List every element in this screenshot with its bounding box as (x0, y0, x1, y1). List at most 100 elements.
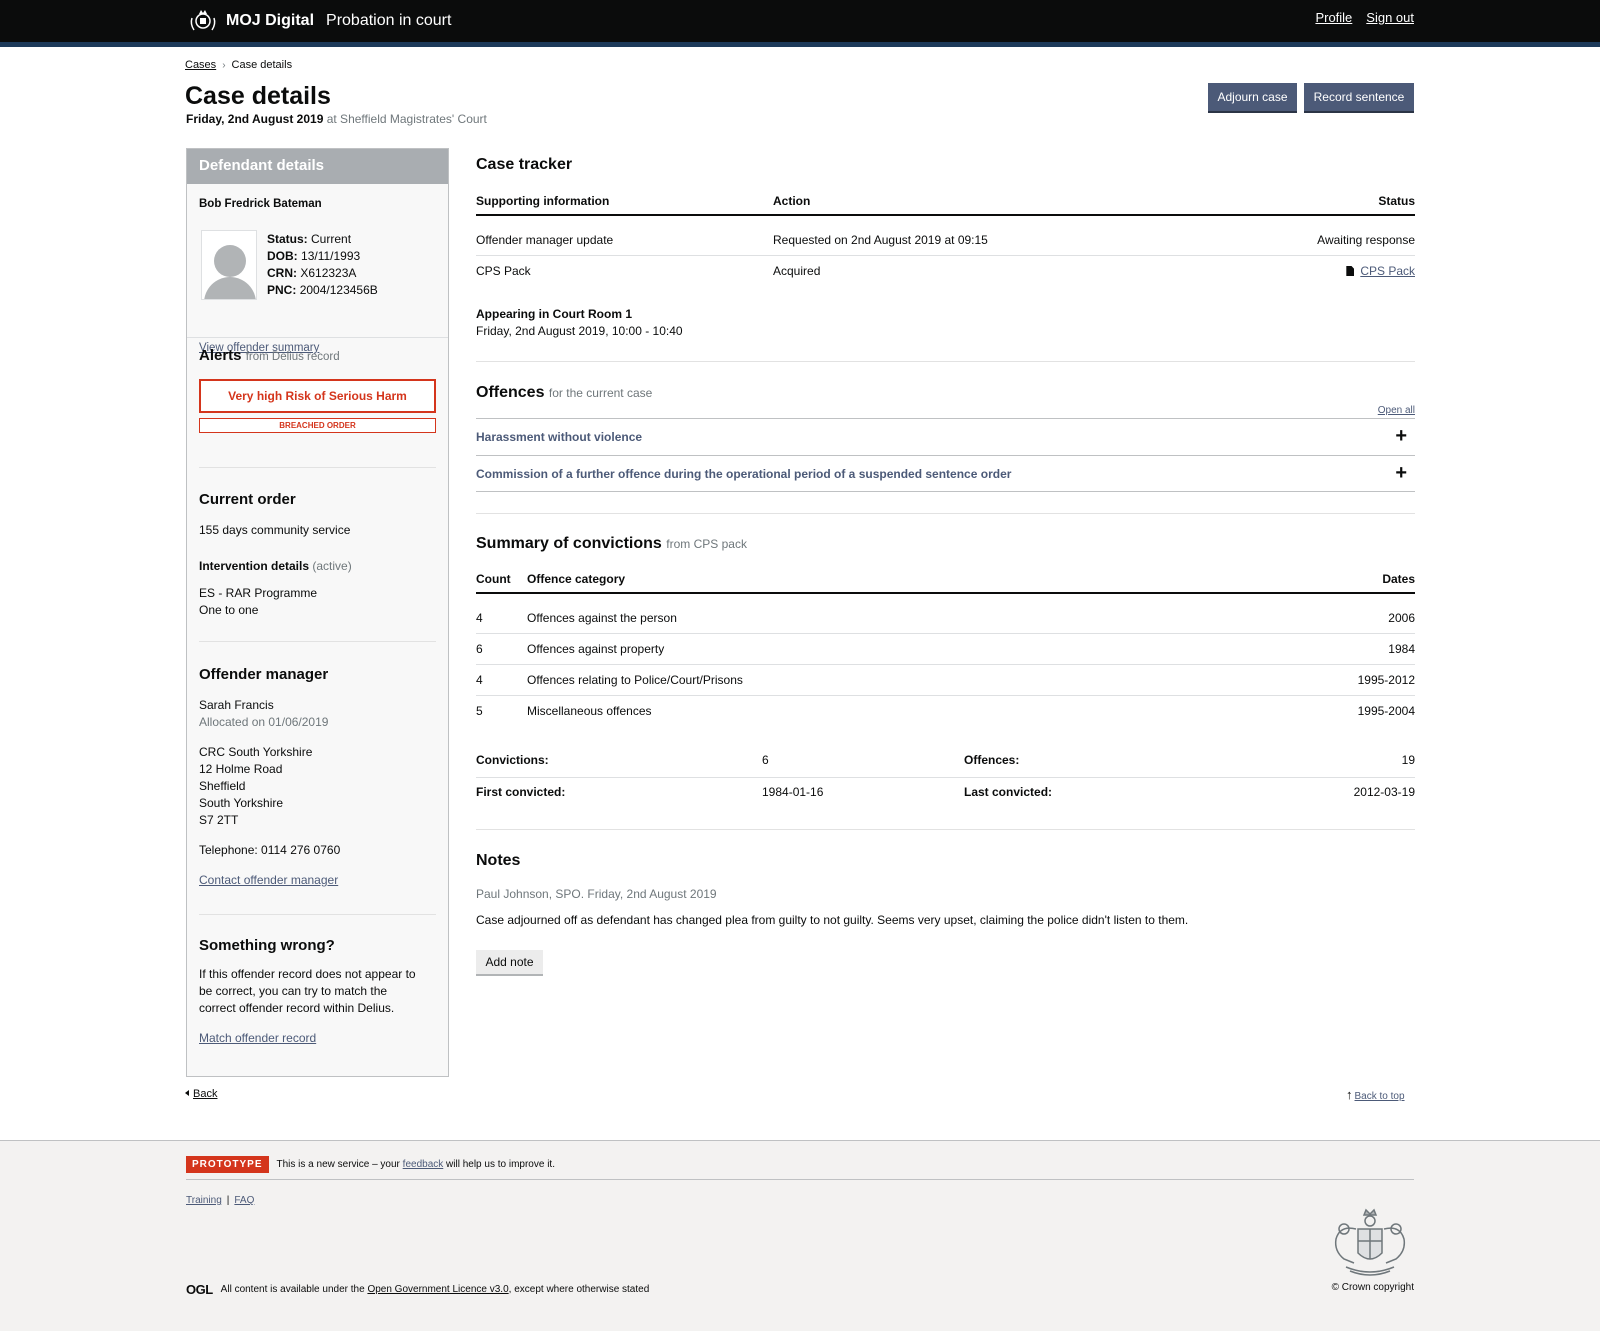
header-supporting-information: Supporting information (476, 194, 610, 208)
section-divider (476, 513, 1415, 514)
alerts-title-text: Alerts (199, 347, 242, 364)
address-line: 12 Holme Road (199, 762, 283, 776)
accordion-item[interactable]: Harassment without violence + (476, 418, 1415, 455)
contact-offender-manager-link[interactable]: Contact offender manager (199, 873, 338, 887)
phase-text: This is a new service – your feedback wi… (277, 1159, 555, 1170)
convictions-title-text: Summary of convictions (476, 535, 662, 552)
intervention-state: (active) (312, 559, 352, 573)
table-row: CPS Pack Acquired CPS Pack (476, 256, 1415, 287)
address-line: South Yorkshire (199, 796, 284, 810)
header-links: Profile Sign out (1315, 10, 1414, 25)
add-note-button[interactable]: Add note (476, 950, 543, 976)
table-row: Offender manager update Requested on 2nd… (476, 225, 1415, 256)
feedback-link[interactable]: feedback (403, 1159, 444, 1170)
sidebar-heading: Defendant details (187, 149, 448, 184)
back-link[interactable]: Back (185, 1088, 217, 1100)
page-title: Case details (185, 82, 331, 110)
back-link-text: Back (193, 1088, 218, 1100)
header-count: Count (476, 572, 511, 586)
offences-qualifier: for the current case (548, 386, 653, 400)
conviction-dates: 2006 (1388, 611, 1415, 625)
summary-of-convictions-title: Summary of convictions from CPS pack (476, 535, 747, 553)
something-wrong-text: If this offender record does not appear … (199, 967, 416, 981)
header-stripe (0, 42, 1600, 47)
stat-label: Last convicted: (964, 785, 1053, 799)
convictions-header-row: Count Offence category Dates (476, 572, 1415, 594)
conviction-count: 4 (476, 673, 483, 687)
phase-text-post: will help us to improve it. (446, 1159, 555, 1170)
crn-label: CRN: (267, 266, 297, 280)
current-order-text: 155 days community service (199, 523, 351, 537)
link-separator: | (226, 1195, 230, 1206)
tracker-info: CPS Pack (476, 264, 531, 278)
stats-row: First convicted: 1984-01-16 Last convict… (476, 778, 1415, 809)
service-name: Probation in court (326, 12, 452, 29)
address-line: CRC South Yorkshire (199, 745, 313, 759)
offender-manager-name: Sarah Francis (199, 698, 274, 712)
licence-notice: OGL All content is available under the O… (186, 1282, 649, 1297)
section-divider (476, 829, 1415, 830)
intervention-line-2: One to one (199, 603, 259, 617)
note-body: Case adjourned off as defendant has chan… (476, 913, 1189, 927)
back-to-top-link[interactable]: Back to top (1355, 1091, 1405, 1102)
stat-value: 1984-01-16 (762, 785, 824, 799)
open-all-link[interactable]: Open all (1378, 405, 1415, 416)
allocated-date: Allocated on 01/06/2019 (199, 715, 329, 729)
something-wrong-text: correct offender record within Delius. (199, 1001, 395, 1015)
breadcrumb-cases-link[interactable]: Cases (185, 59, 216, 71)
phase-tag: PROTOTYPE (186, 1156, 269, 1173)
stat-label: Convictions: (476, 753, 549, 767)
document-icon (1346, 266, 1355, 276)
stat-value: 19 (1401, 753, 1415, 767)
offence-title: Harassment without violence (476, 430, 643, 444)
dob-field: DOB: 13/11/1993 (267, 248, 360, 265)
address-line: Sheffield (199, 779, 246, 793)
crest-icon (190, 10, 216, 31)
pnc-field: PNC: 2004/123456B (267, 282, 378, 299)
crown-copyright: © Crown copyright (1331, 1282, 1414, 1293)
conviction-category: Offences against property (527, 642, 665, 656)
appearing-title: Appearing in Court Room 1 (476, 307, 632, 321)
pnc-value: 2004/123456B (299, 283, 378, 297)
cps-pack-link[interactable]: CPS Pack (1360, 264, 1415, 278)
telephone: Telephone: 0114 276 0760 (199, 843, 341, 857)
plus-icon: + (1395, 462, 1407, 484)
brand[interactable]: MOJ Digital Probation in court (188, 8, 451, 34)
page-subtitle: Friday, 2nd August 2019 at Sheffield Mag… (186, 112, 487, 126)
header-status: Status (1378, 194, 1415, 208)
arrow-up-icon: ↑ (1346, 1087, 1353, 1102)
intervention-heading: Intervention details (active) (199, 558, 436, 575)
tracker-action: Requested on 2nd August 2019 at 09:15 (773, 233, 988, 247)
faq-link[interactable]: FAQ (234, 1195, 254, 1206)
phase-text-pre: This is a new service – your (276, 1159, 400, 1170)
stat-value: 6 (762, 753, 769, 767)
status-label: Status: (267, 232, 308, 246)
conviction-category: Miscellaneous offences (527, 704, 652, 718)
case-tracker-title: Case tracker (476, 156, 573, 173)
accordion-item[interactable]: Commission of a further offence during t… (476, 455, 1415, 492)
adjourn-case-button[interactable]: Adjourn case (1208, 83, 1297, 111)
offences-title-text: Offences (476, 384, 545, 401)
something-wrong-title: Something wrong? (199, 937, 335, 954)
back-arrow-icon (185, 1090, 189, 1096)
breadcrumb-current: Case details (231, 59, 293, 71)
table-row: 4 Offences against the person 2006 (476, 603, 1415, 634)
open-government-licence-link[interactable]: Open Government Licence v3.0 (367, 1284, 508, 1295)
match-offender-record-link[interactable]: Match offender record (199, 1031, 316, 1045)
dob-label: DOB: (267, 249, 298, 263)
conviction-count: 6 (476, 642, 483, 656)
conviction-dates: 1995-2004 (1357, 704, 1415, 718)
training-link[interactable]: Training (186, 1195, 222, 1206)
tracker-info: Offender manager update (476, 233, 614, 247)
record-sentence-button[interactable]: Record sentence (1304, 83, 1414, 111)
intervention-title: Intervention details (199, 559, 310, 573)
alerts-source: from Delius record (245, 351, 340, 363)
something-wrong-text: be correct, you can try to match the (199, 984, 388, 998)
sign-out-link[interactable]: Sign out (1366, 10, 1414, 25)
status-value: Current (311, 232, 352, 246)
conviction-category: Offences relating to Police/Court/Prison… (527, 673, 743, 687)
defendant-name: Bob Fredrick Bateman (199, 198, 322, 210)
profile-link[interactable]: Profile (1315, 10, 1352, 25)
sidebar-divider (199, 641, 436, 642)
offender-manager-title: Offender manager (199, 666, 329, 683)
